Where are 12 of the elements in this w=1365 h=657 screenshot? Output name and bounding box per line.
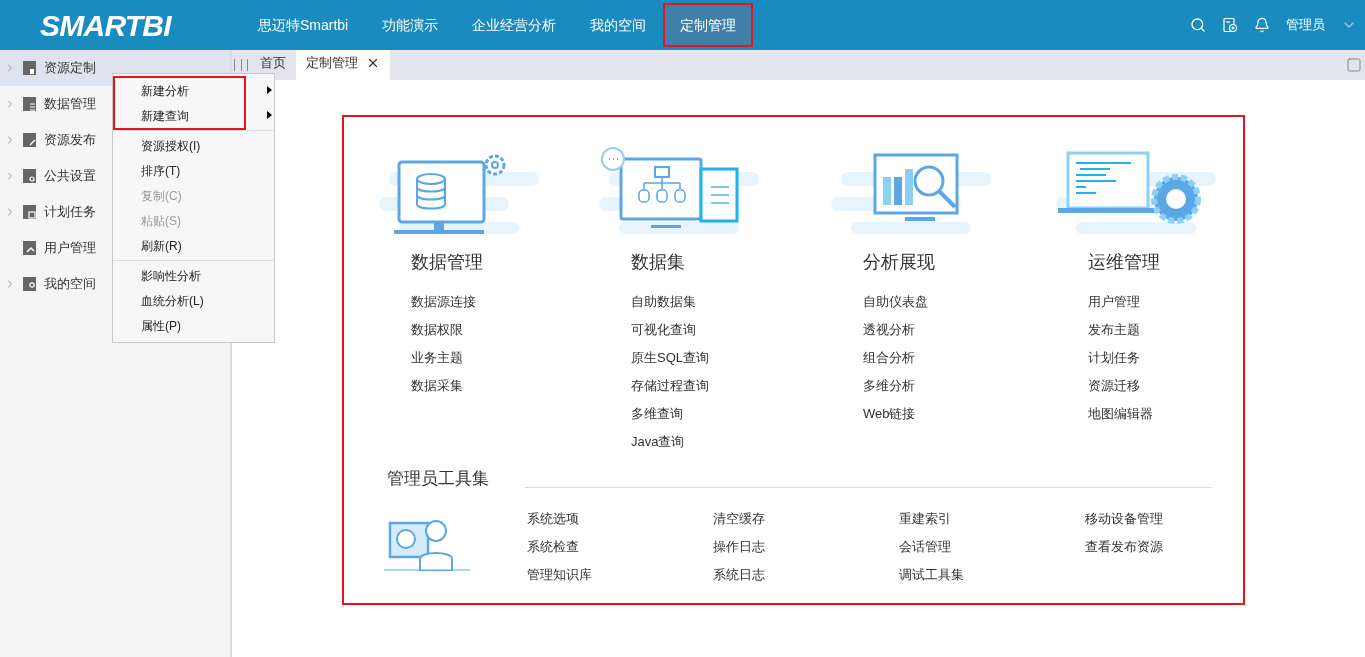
section-title: 运维管理 (1088, 251, 1161, 274)
sidebar-label: 资源定制 (44, 59, 96, 78)
sidebar-label: 数据管理 (44, 95, 96, 114)
sidebar-label: 计划任务 (44, 203, 96, 222)
section-title: 数据管理 (411, 251, 484, 274)
sidebar-label: 用户管理 (44, 239, 96, 258)
admin-tools-title: 管理员工具集 (387, 468, 490, 490)
sidebar-label: 资源发布 (44, 131, 96, 150)
section-title: 分析展现 (863, 251, 936, 274)
sidebar-label: 我的空间 (44, 275, 96, 294)
section-title: 数据集 (631, 251, 686, 274)
sidebar-label: 公共设置 (44, 167, 96, 186)
